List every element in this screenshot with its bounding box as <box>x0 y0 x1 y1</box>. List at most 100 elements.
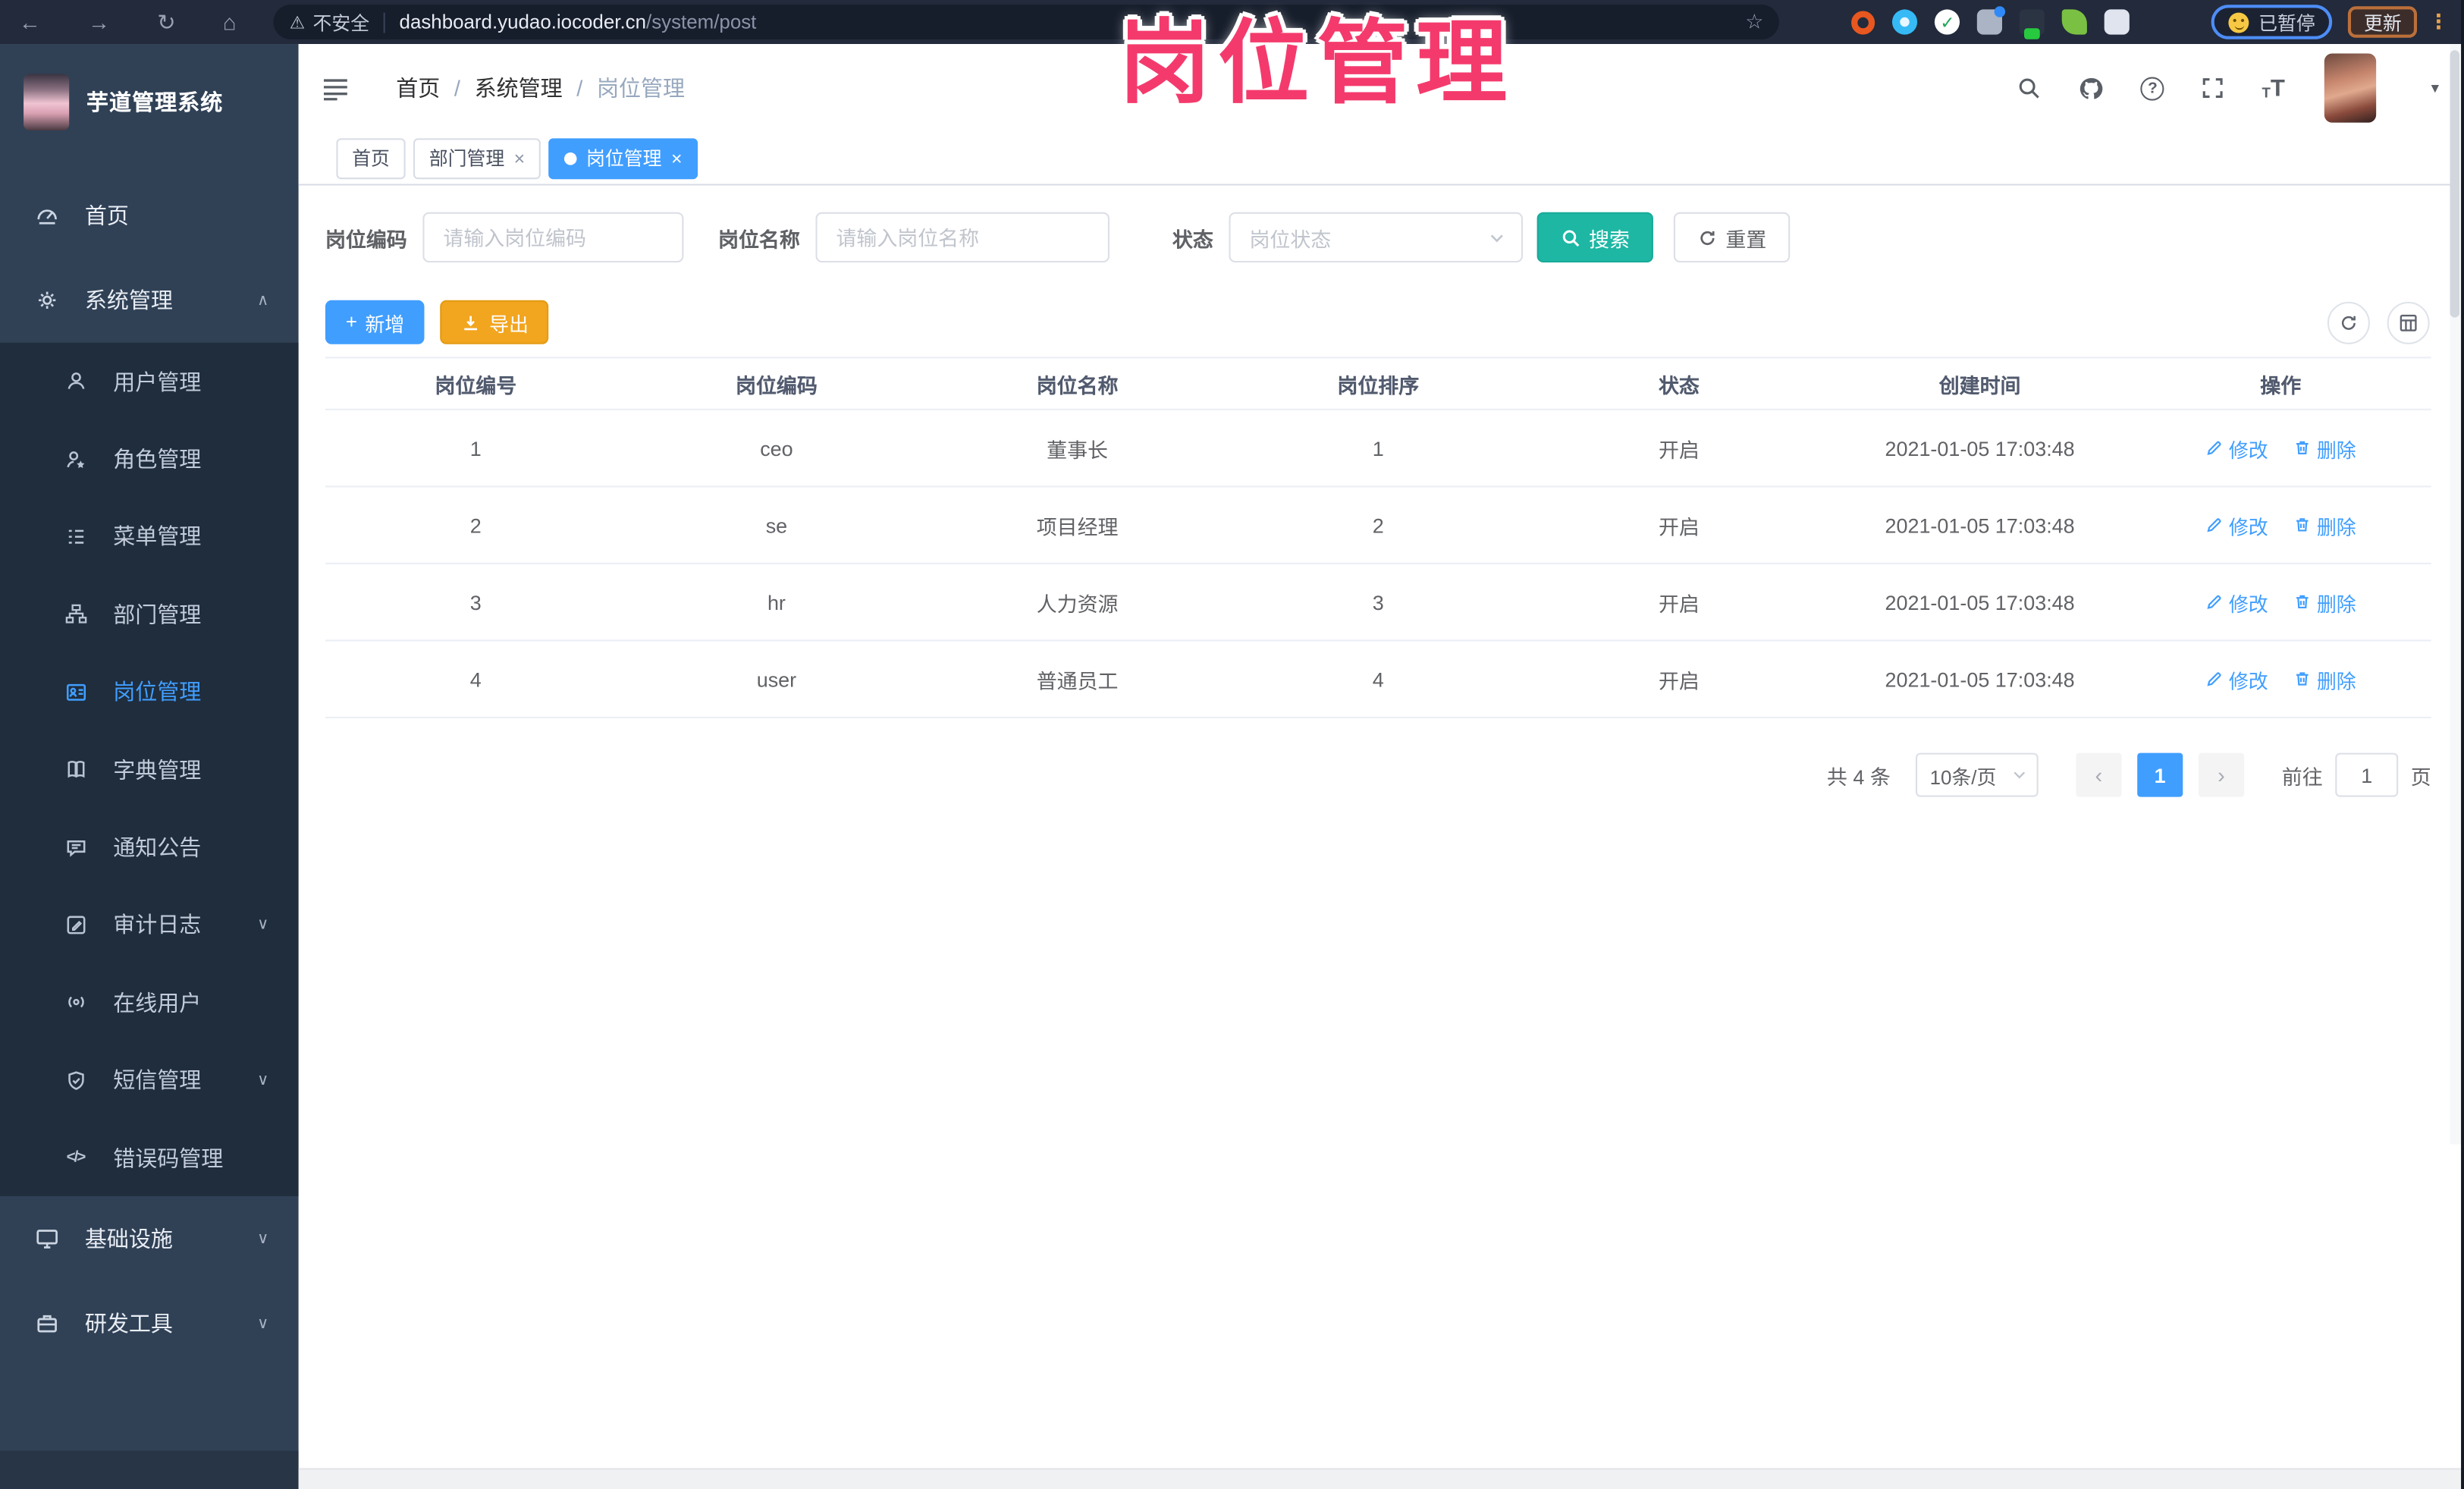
sidebar-item-system[interactable]: 系统管理 ∧ <box>0 258 299 343</box>
paused-label: 已暂停 <box>2258 11 2315 34</box>
delete-link[interactable]: 删除 <box>2293 433 2356 463</box>
sidebar-item-sms[interactable]: 短信管理 ∨ <box>0 1041 299 1119</box>
terminal-extension-icon[interactable] <box>2020 9 2045 39</box>
sidebar-item-label: 部门管理 <box>113 602 202 627</box>
sidebar-item-departments[interactable]: 部门管理 <box>0 576 299 653</box>
export-button[interactable]: 导出 <box>440 300 549 344</box>
paused-badge[interactable]: 已暂停 <box>2211 5 2333 39</box>
hamburger-icon[interactable] <box>322 77 349 100</box>
logo-row[interactable]: 芋道管理系统 <box>0 44 299 173</box>
breadcrumb-home[interactable]: 首页 <box>396 72 440 103</box>
post-name-input[interactable] <box>815 212 1110 263</box>
fullscreen-icon[interactable] <box>2201 75 2226 100</box>
breadcrumb-separator: / <box>576 75 583 101</box>
trash-icon <box>2296 672 2309 686</box>
table-toolbar: + 新增 导出 <box>325 300 2431 344</box>
avatar[interactable] <box>2324 53 2377 123</box>
update-button[interactable]: 更新 <box>2348 6 2418 38</box>
window-edge <box>2460 0 2464 1489</box>
caret-down-icon[interactable]: ▾ <box>2431 80 2439 97</box>
search-button[interactable]: 搜索 <box>1536 212 1654 263</box>
page-size-select[interactable]: 10条/页 <box>1915 752 2039 797</box>
sidebar-item-infrastructure[interactable]: 基础设施 ∨ <box>0 1197 299 1282</box>
forward-icon[interactable]: → <box>88 11 110 33</box>
user-icon <box>63 369 88 393</box>
table-tools <box>2327 300 2430 344</box>
sidebar-item-notices[interactable]: 通知公告 <box>0 809 299 886</box>
horizontal-scrollbar[interactable] <box>298 1468 2464 1489</box>
next-page-button[interactable]: › <box>2198 752 2245 797</box>
audit-log-icon <box>63 913 88 937</box>
edit-link[interactable]: 修改 <box>2205 433 2268 463</box>
column-settings-button[interactable] <box>2387 300 2430 344</box>
cell-actions: 修改 删除 <box>2130 433 2431 463</box>
table-row[interactable]: 4 user 普通员工 4 开启 2021-01-05 17:03:48 修改 <box>325 641 2431 718</box>
sidebar-item-dev-tools[interactable]: 研发工具 ∨ <box>0 1281 299 1366</box>
column-header: 岗位编号 <box>435 373 517 397</box>
grid-extension-icon[interactable] <box>1977 6 2006 35</box>
close-icon[interactable]: × <box>514 149 526 168</box>
infrastructure-icon <box>35 1227 60 1252</box>
help-icon[interactable]: ? <box>2140 76 2165 100</box>
address-bar[interactable]: ⚠ 不安全 dashboard.yudao.iocoder.cn /system… <box>273 5 1780 39</box>
vertical-scrollbar[interactable] <box>2449 44 2461 1145</box>
delete-link[interactable]: 删除 <box>2293 510 2356 539</box>
sidebar-item-audit-log[interactable]: 审计日志 ∨ <box>0 886 299 963</box>
cell-name: 董事长 <box>1047 438 1109 462</box>
edit-label: 修改 <box>2228 670 2268 693</box>
edit-link[interactable]: 修改 <box>2205 587 2268 617</box>
leaf-extension-icon[interactable] <box>2062 9 2088 35</box>
tab-posts[interactable]: 岗位管理 × <box>548 137 698 179</box>
table-row[interactable]: 1 ceo 董事长 1 开启 2021-01-05 17:03:48 修改 删除 <box>325 410 2431 488</box>
post-code-input[interactable] <box>422 212 684 263</box>
sidebar: 芋道管理系统 首页 系统管理 ∧ 用户管理 角色管理 菜单管理 部门管理 岗位管… <box>0 44 299 1489</box>
sidebar-item-dictionary[interactable]: 字典管理 <box>0 730 299 808</box>
browser-menu-kebab-icon[interactable]: ⋮ <box>2428 9 2449 34</box>
goto-page-input[interactable] <box>2335 752 2399 797</box>
tab-home[interactable]: 首页 <box>336 137 406 179</box>
cell-status: 开启 <box>1658 592 1700 616</box>
cell-sort: 2 <box>1372 513 1384 537</box>
delete-link[interactable]: 删除 <box>2293 664 2356 694</box>
sidebar-item-users[interactable]: 用户管理 <box>0 343 299 420</box>
update-label: 更新 <box>2364 11 2402 34</box>
sidebar-item-roles[interactable]: 角色管理 <box>0 420 299 498</box>
refresh-table-button[interactable] <box>2327 300 2370 344</box>
table-row[interactable]: 2 se 项目经理 2 开启 2021-01-05 17:03:48 修改 删除 <box>325 487 2431 564</box>
breadcrumb-system[interactable]: 系统管理 <box>475 72 563 103</box>
font-size-icon[interactable]: TT <box>2262 77 2285 100</box>
puzzle-extension-icon[interactable] <box>2105 9 2130 35</box>
app: 芋道管理系统 首页 系统管理 ∧ 用户管理 角色管理 菜单管理 部门管理 岗位管… <box>0 44 2464 1489</box>
security-label[interactable]: 不安全 <box>313 8 370 35</box>
status-select[interactable]: 岗位状态 <box>1229 212 1524 263</box>
table-row[interactable]: 3 hr 人力资源 3 开启 2021-01-05 17:03:48 修改 删除 <box>325 564 2431 642</box>
paused-emoji-icon <box>2228 11 2249 33</box>
edit-link[interactable]: 修改 <box>2205 664 2268 694</box>
column-header: 岗位排序 <box>1337 373 1420 397</box>
add-button[interactable]: + 新增 <box>325 300 425 344</box>
location-pin-extension-icon[interactable] <box>1892 9 1918 35</box>
github-icon[interactable] <box>2078 74 2105 101</box>
sidebar-item-home[interactable]: 首页 <box>0 173 299 258</box>
sidebar-item-online-users[interactable]: 在线用户 <box>0 964 299 1041</box>
bookmark-star-icon[interactable]: ☆ <box>1745 9 1763 34</box>
scrollbar-thumb[interactable] <box>2450 50 2459 318</box>
reload-icon[interactable]: ↻ <box>157 11 175 33</box>
omnibox-divider <box>383 11 385 33</box>
orange-extension-icon[interactable] <box>1851 10 1875 34</box>
home-icon[interactable]: ⌂ <box>223 11 237 33</box>
check-extension-icon[interactable]: ✓ <box>1935 9 1960 35</box>
delete-link[interactable]: 删除 <box>2293 587 2356 617</box>
sidebar-item-menus[interactable]: 菜单管理 <box>0 498 299 575</box>
sidebar-item-posts[interactable]: 岗位管理 <box>0 653 299 730</box>
tab-departments[interactable]: 部门管理 × <box>413 137 541 179</box>
edit-link[interactable]: 修改 <box>2205 510 2268 539</box>
page-unit-label: 页 <box>2410 765 2431 789</box>
back-icon[interactable]: ← <box>19 11 41 33</box>
search-icon[interactable] <box>2017 75 2042 100</box>
reset-button[interactable]: 重置 <box>1674 212 1791 263</box>
prev-page-button[interactable]: ‹ <box>2076 752 2122 797</box>
sidebar-item-error-codes[interactable]: </> 错误码管理 <box>0 1119 299 1196</box>
close-icon[interactable]: × <box>671 149 683 168</box>
page-number-1[interactable]: 1 <box>2137 752 2183 797</box>
